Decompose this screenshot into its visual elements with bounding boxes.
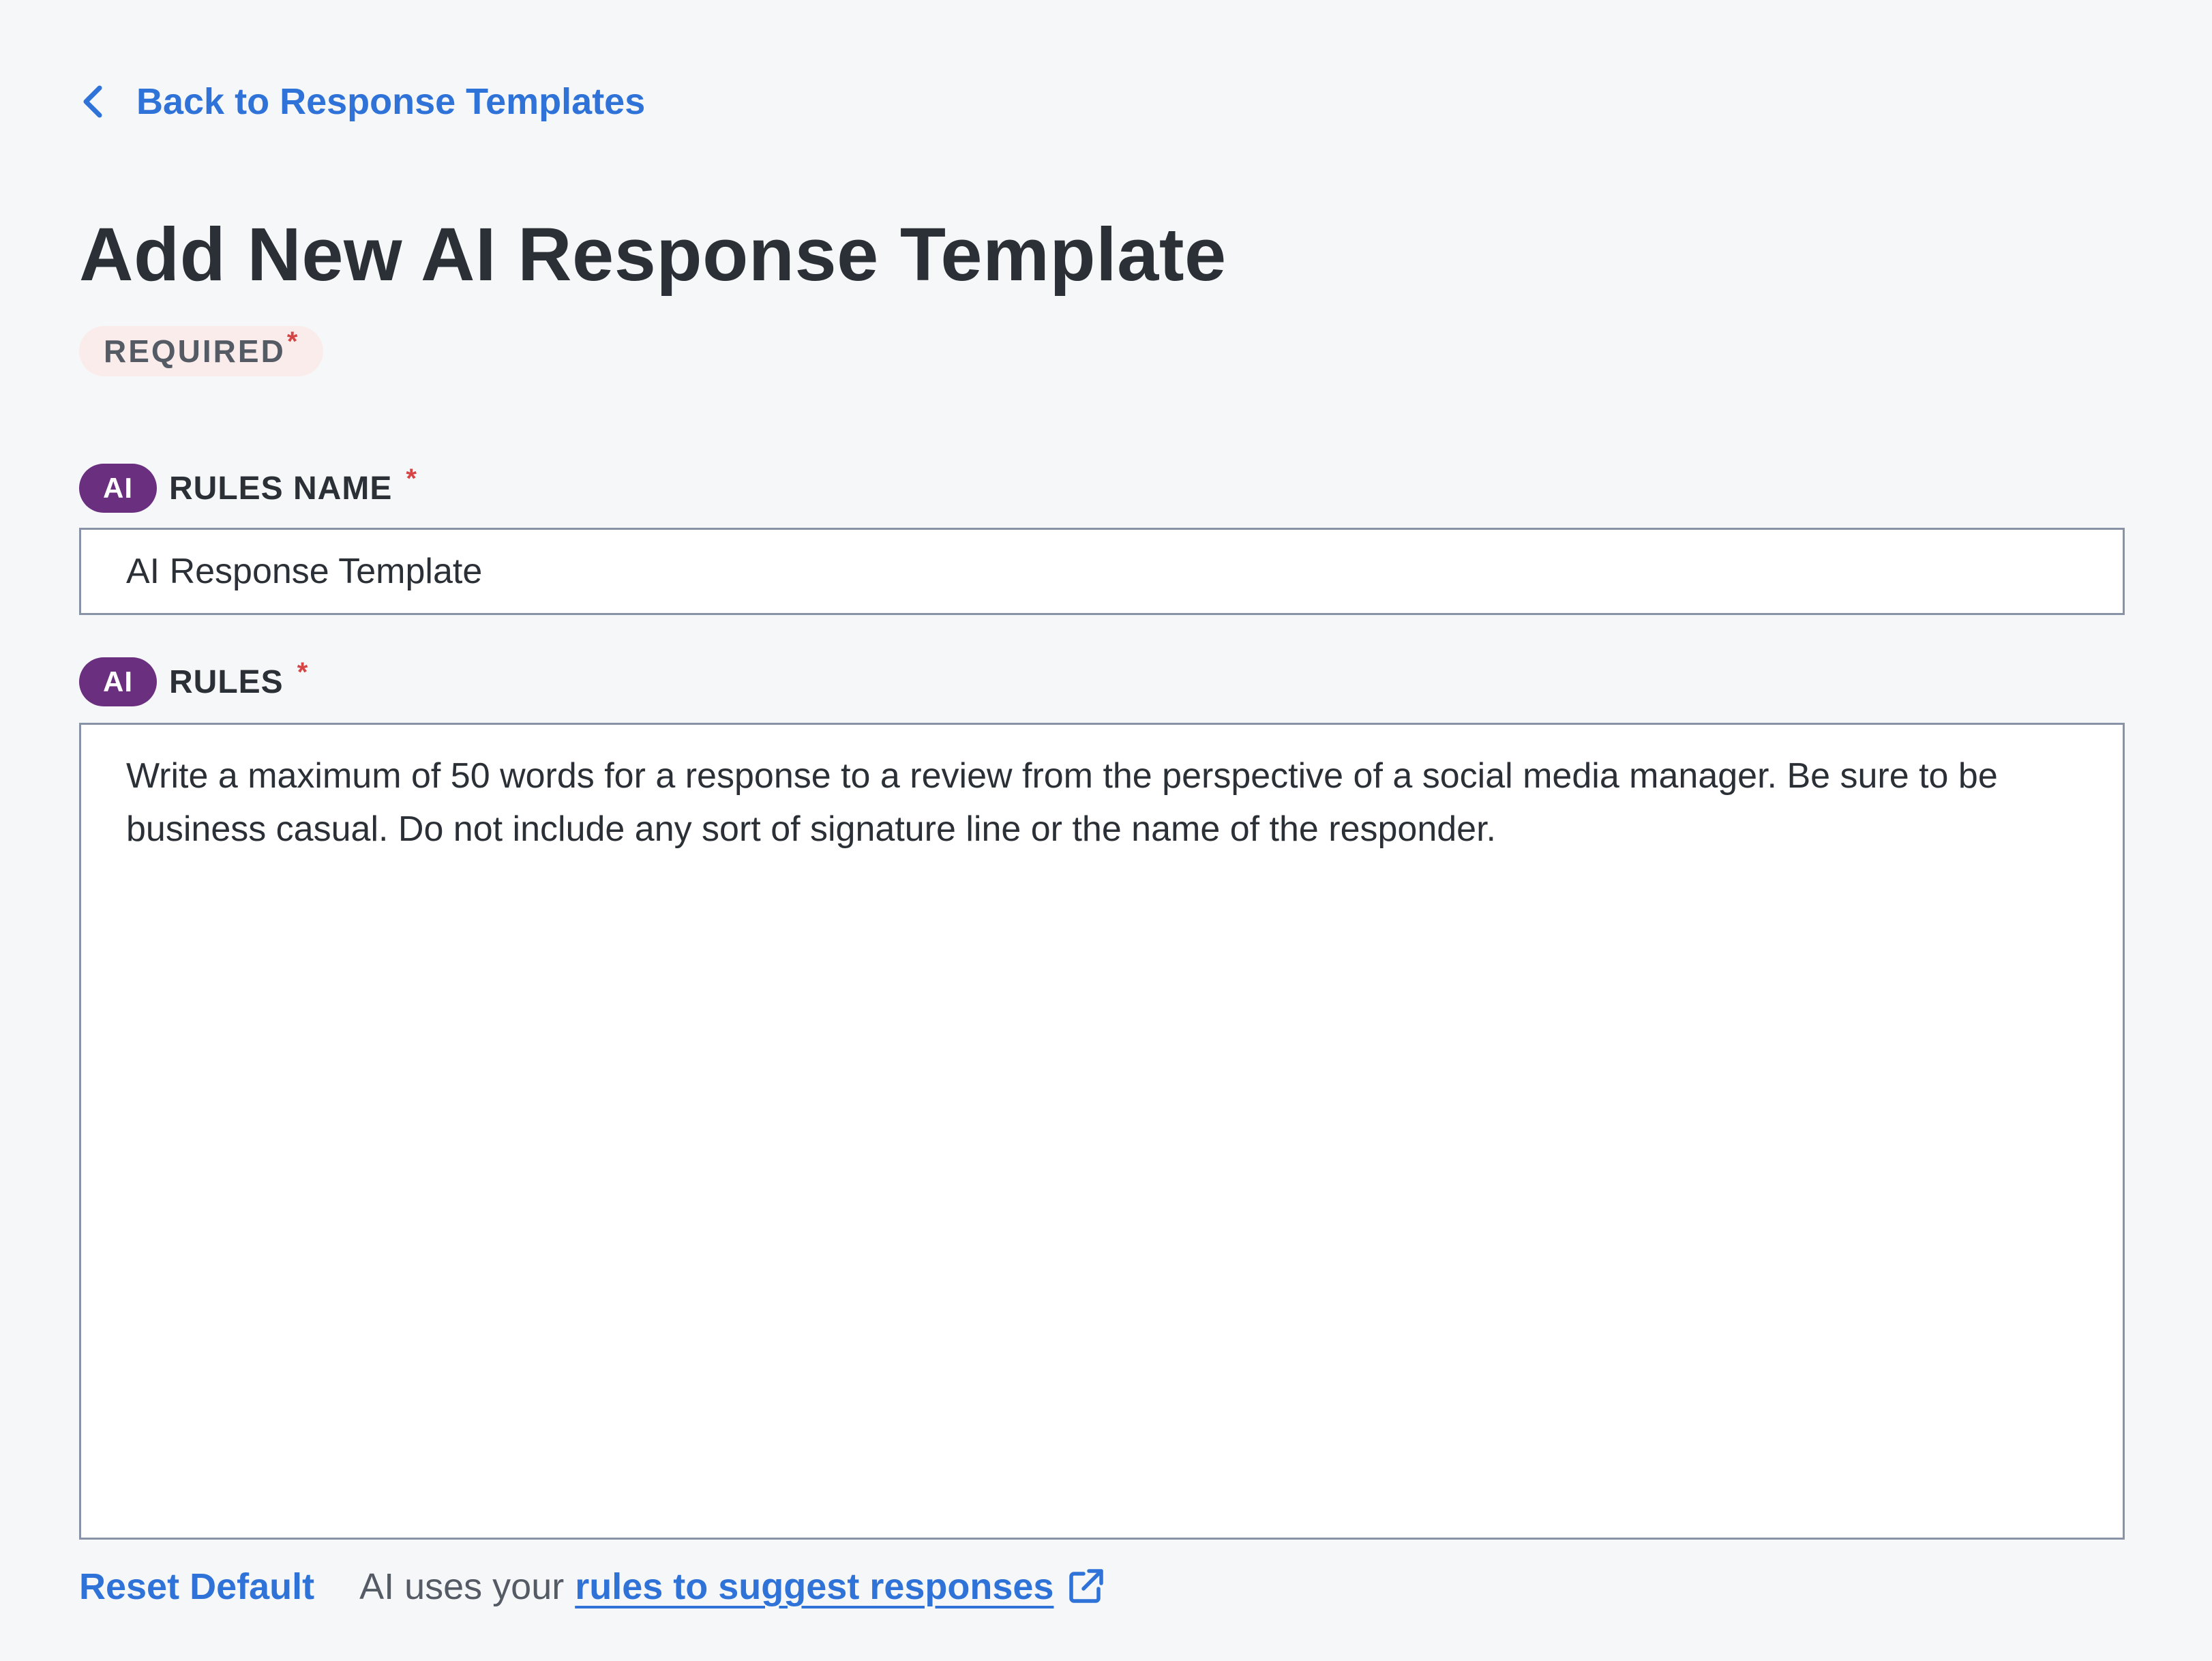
helper-text: AI uses your — [359, 1566, 565, 1607]
required-star: * — [406, 463, 417, 494]
ai-badge: AI — [79, 657, 157, 706]
rules-label: AI RULES * — [79, 657, 308, 706]
chevron-left-icon — [83, 85, 102, 118]
ai-badge: AI — [79, 464, 157, 513]
rules-name-label: AI RULES NAME * — [79, 464, 417, 513]
rules-help-link-text: rules to suggest responses — [575, 1566, 1054, 1607]
footer-row: Reset Default AI uses your rules to sugg… — [79, 1566, 1105, 1608]
rules-name-label-text: RULES NAME — [169, 470, 393, 507]
rules-label-text: RULES — [169, 663, 284, 700]
required-star: * — [286, 326, 298, 357]
rules-textarea[interactable]: Write a maximum of 50 words for a respon… — [79, 723, 2125, 1540]
rules-name-input[interactable] — [79, 528, 2125, 615]
reset-default-button[interactable]: Reset Default — [79, 1566, 314, 1608]
external-link-icon — [1069, 1569, 1104, 1603]
required-label: REQUIRED — [104, 333, 286, 369]
rules-help-link[interactable]: rules to suggest responses — [575, 1566, 1105, 1608]
page-title: Add New AI Response Template — [79, 213, 1227, 297]
back-to-templates-link[interactable]: Back to Response Templates — [79, 80, 645, 123]
required-badge: REQUIRED * — [79, 326, 324, 376]
back-link-label: Back to Response Templates — [136, 81, 646, 122]
required-star: * — [297, 657, 309, 687]
